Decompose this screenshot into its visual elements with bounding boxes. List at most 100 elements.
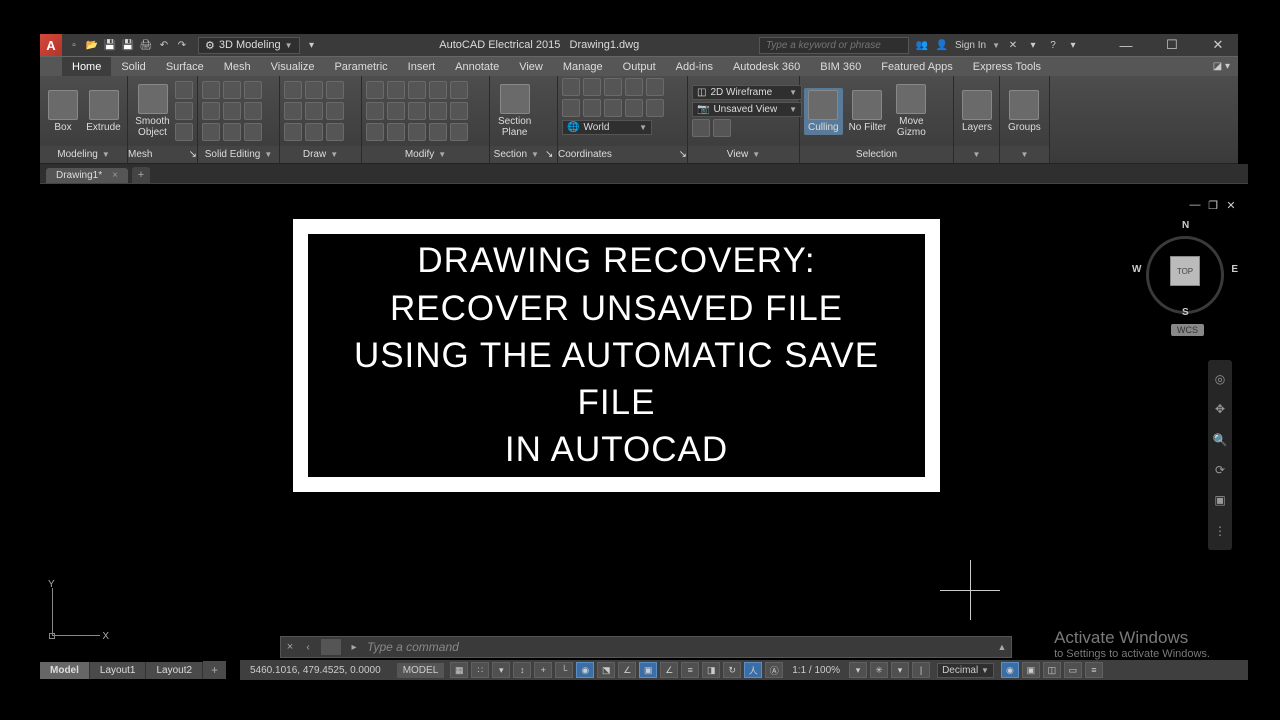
panel-label-draw[interactable]: Draw▼ (280, 146, 361, 163)
cmd-close-icon[interactable]: × (281, 641, 299, 653)
tab-manage[interactable]: Manage (553, 57, 613, 77)
gear-icon[interactable]: ✳ (870, 662, 888, 678)
extrude-button[interactable]: Extrude (84, 88, 123, 135)
dynamic-ucs-toggle[interactable]: 人 (744, 662, 762, 678)
tool-icon[interactable] (202, 81, 220, 99)
doc-minimize-button[interactable]: — (1188, 198, 1202, 212)
panel-label-groups[interactable]: ▼ (1000, 146, 1049, 163)
smooth-object-button[interactable]: Smooth Object (132, 82, 173, 140)
signin-icon[interactable]: 👤 (935, 38, 949, 52)
tool-icon[interactable] (429, 81, 447, 99)
section-plane-button[interactable]: Section Plane (494, 82, 535, 140)
visual-style-dropdown[interactable]: ◫ 2D Wireframe▼ (692, 85, 802, 100)
plot-icon[interactable]: 🖨 (138, 37, 154, 53)
redo-icon[interactable]: ↷ (174, 37, 190, 53)
dynamic-input-toggle[interactable]: + (534, 662, 552, 678)
tool-icon[interactable] (202, 102, 220, 120)
tool-icon[interactable] (305, 123, 323, 141)
hardware-accel-toggle[interactable]: ▣ (1022, 662, 1040, 678)
clean-screen-toggle[interactable]: ▭ (1064, 662, 1082, 678)
tab-insert[interactable]: Insert (398, 57, 446, 77)
workspace-dropdown[interactable]: ⚙ 3D Modeling ▼ (198, 37, 300, 54)
tool-icon[interactable] (223, 81, 241, 99)
viewcube-west[interactable]: W (1132, 264, 1141, 275)
world-dropdown[interactable]: 🌐 World▼ (562, 120, 652, 135)
viewcube-top-face[interactable]: TOP (1170, 256, 1200, 286)
cycling-toggle[interactable]: ↻ (723, 662, 741, 678)
quick-properties-toggle[interactable]: ◉ (1001, 662, 1019, 678)
panel-toggle-icon[interactable]: ◪ ▾ (1213, 61, 1230, 72)
zoom-icon[interactable]: 🔍 (1211, 431, 1229, 449)
polar-toggle[interactable]: ◉ (576, 662, 594, 678)
minimize-button[interactable]: — (1106, 34, 1146, 56)
tool-icon[interactable] (387, 102, 405, 120)
annotation-toggle[interactable]: Ⓐ (765, 662, 783, 678)
3dosnap-toggle[interactable]: ▣ (639, 662, 657, 678)
tool-icon[interactable] (583, 99, 601, 117)
osnap-toggle[interactable]: ∠ (618, 662, 636, 678)
showmotion-icon[interactable]: ▣ (1211, 491, 1229, 509)
tool-icon[interactable] (408, 123, 426, 141)
viewcube-south[interactable]: S (1182, 307, 1189, 318)
undo-icon[interactable]: ↶ (156, 37, 172, 53)
tab-mesh[interactable]: Mesh (214, 57, 261, 77)
no-filter-button[interactable]: No Filter (845, 88, 891, 135)
tool-icon[interactable] (202, 123, 220, 141)
viewcube[interactable]: TOP N S W E (1140, 218, 1230, 318)
tab-autodesk360[interactable]: Autodesk 360 (723, 57, 810, 77)
wcs-badge[interactable]: WCS (1171, 324, 1204, 336)
layout-tab-model[interactable]: Model (40, 662, 90, 679)
new-tab-button[interactable]: + (132, 167, 150, 183)
move-gizmo-button[interactable]: Move Gizmo (892, 82, 930, 140)
groups-button[interactable]: Groups (1004, 88, 1045, 135)
viewcube-east[interactable]: E (1231, 264, 1238, 275)
orbit-icon[interactable]: ⟳ (1211, 461, 1229, 479)
tool-icon[interactable] (646, 99, 664, 117)
tool-icon[interactable] (408, 102, 426, 120)
snap-toggle[interactable]: ∷ (471, 662, 489, 678)
tool-icon[interactable] (305, 102, 323, 120)
tab-parametric[interactable]: Parametric (324, 57, 397, 77)
help-search-input[interactable] (759, 37, 909, 54)
mesh-tool-icon[interactable] (175, 81, 193, 99)
tool-icon[interactable] (429, 102, 447, 120)
status-coordinates[interactable]: 5460.1016, 479.4525, 0.0000 (240, 665, 391, 676)
tool-icon[interactable] (387, 81, 405, 99)
exchange-icon[interactable]: ✕ (1006, 38, 1020, 52)
tool-icon[interactable] (450, 123, 468, 141)
tool-icon[interactable] (244, 123, 262, 141)
app-logo[interactable]: A (40, 34, 62, 56)
tool-icon[interactable] (692, 119, 710, 137)
tab-featured-apps[interactable]: Featured Apps (871, 57, 963, 77)
panel-label-coordinates[interactable]: Coordinates↘ (558, 146, 687, 163)
customize-toggle[interactable]: ≡ (1085, 662, 1103, 678)
tab-output[interactable]: Output (613, 57, 666, 77)
tool-icon[interactable] (284, 123, 302, 141)
cmd-history-icon[interactable]: ▲ (993, 642, 1011, 652)
save-icon[interactable]: 💾 (102, 37, 118, 53)
tool-icon[interactable] (583, 78, 601, 96)
layout-add-button[interactable]: + (203, 661, 226, 679)
tool-icon[interactable] (223, 102, 241, 120)
tool-icon[interactable] (305, 81, 323, 99)
pan-icon[interactable]: ✥ (1211, 400, 1229, 418)
tool-icon[interactable] (284, 81, 302, 99)
qat-more-icon[interactable]: ▾ (304, 37, 320, 53)
tab-solid[interactable]: Solid (111, 57, 155, 77)
steering-wheel-icon[interactable]: ◎ (1211, 370, 1229, 388)
panel-label-modify[interactable]: Modify▼ (362, 146, 489, 163)
tab-visualize[interactable]: Visualize (261, 57, 325, 77)
iso-toggle[interactable]: ⬔ (597, 662, 615, 678)
tool-icon[interactable] (408, 81, 426, 99)
chevron-down-icon[interactable]: ▼ (992, 41, 1000, 50)
lineweight-toggle[interactable]: ≡ (681, 662, 699, 678)
tool-icon[interactable] (284, 102, 302, 120)
ucs-icon[interactable]: Y X (42, 581, 107, 646)
layout-tab-1[interactable]: Layout1 (90, 662, 147, 679)
tab-view[interactable]: View (509, 57, 553, 77)
tool-icon[interactable] (244, 102, 262, 120)
saveas-icon[interactable]: 💾 (120, 37, 136, 53)
tab-annotate[interactable]: Annotate (445, 57, 509, 77)
tool-icon[interactable] (450, 81, 468, 99)
workspace-icon[interactable]: | (912, 662, 930, 678)
